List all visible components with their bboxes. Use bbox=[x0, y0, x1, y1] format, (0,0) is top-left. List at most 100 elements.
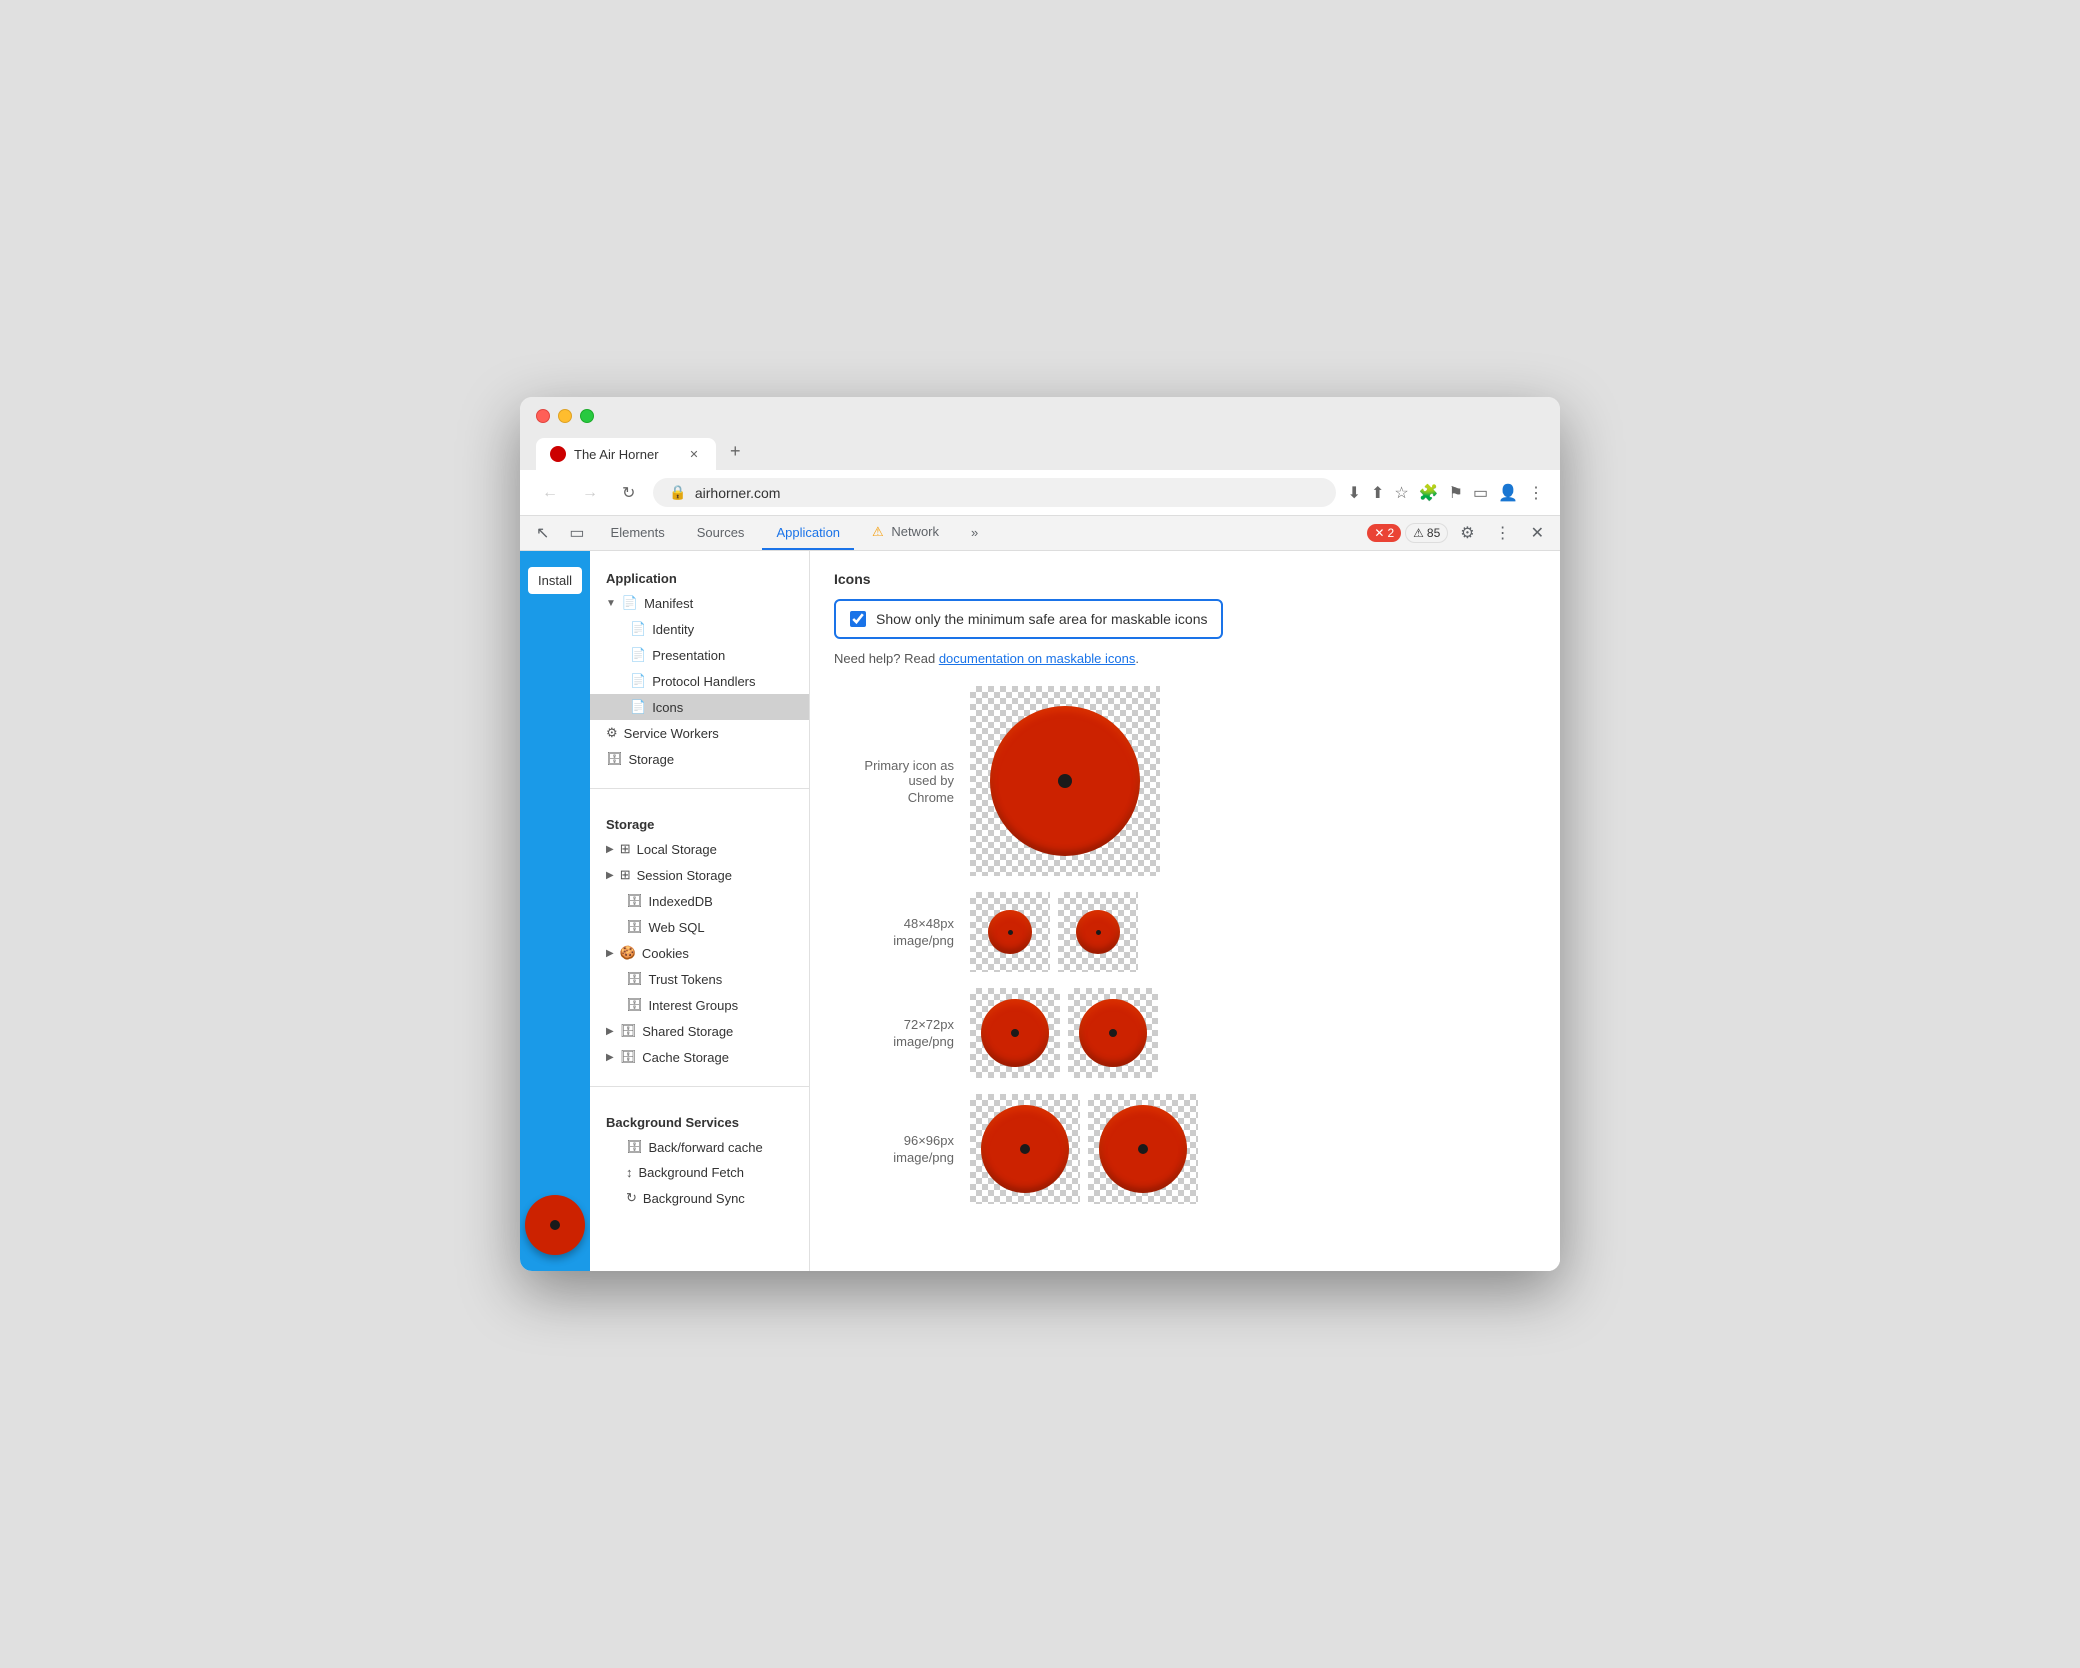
close-devtools-icon[interactable]: ✕ bbox=[1523, 519, 1552, 547]
identity-label: Identity bbox=[652, 622, 694, 637]
icon-48-dot-b bbox=[1096, 930, 1101, 935]
icon-72-b bbox=[1079, 999, 1147, 1067]
sidebar-item-cookies[interactable]: ▶ 🍪 Cookies bbox=[590, 940, 809, 966]
url-bar[interactable]: 🔒 airhorner.com bbox=[653, 478, 1335, 507]
storage-label: Storage bbox=[629, 752, 675, 767]
chrome-icon bbox=[990, 706, 1140, 856]
close-window-button[interactable] bbox=[536, 409, 550, 423]
help-text-pre: Need help? Read bbox=[834, 651, 939, 666]
background-services-section: Background Services 🗄 Back/forward cache… bbox=[590, 1095, 809, 1219]
share-icon[interactable]: ⬆ bbox=[1371, 483, 1384, 503]
sidebar-item-cache-storage[interactable]: ▶ 🗄 Cache Storage bbox=[590, 1044, 809, 1070]
trust-tokens-label: Trust Tokens bbox=[649, 972, 723, 987]
new-tab-button[interactable]: + bbox=[718, 433, 753, 470]
blue-sidebar: Install bbox=[520, 551, 590, 1271]
tab-application[interactable]: Application bbox=[762, 517, 854, 550]
sidebar-item-shared-storage[interactable]: ▶ 🗄 Shared Storage bbox=[590, 1018, 809, 1044]
warning-badge[interactable]: ⚠ 85 bbox=[1405, 523, 1448, 543]
cache-storage-label: Cache Storage bbox=[642, 1050, 729, 1065]
sidebar-item-storage[interactable]: 🗄 Storage bbox=[590, 746, 809, 772]
browser-tab[interactable]: The Air Horner ✕ bbox=[536, 438, 716, 470]
maskable-icons-checkbox[interactable] bbox=[850, 611, 866, 627]
manifest-label: Manifest bbox=[644, 596, 693, 611]
sidebar-item-session-storage[interactable]: ▶ ⊞ Session Storage bbox=[590, 862, 809, 888]
service-workers-label: Service Workers bbox=[624, 726, 719, 741]
icon-72-dot-a bbox=[1011, 1029, 1019, 1037]
protocol-handlers-file-icon: 📄 bbox=[630, 673, 646, 689]
tab-favicon bbox=[550, 446, 566, 462]
presentation-label: Presentation bbox=[652, 648, 725, 663]
service-workers-gear-icon: ⚙ bbox=[606, 725, 618, 741]
chrome-icon-checker bbox=[970, 686, 1160, 876]
icons-file-icon: 📄 bbox=[630, 699, 646, 715]
main-content: Install Application ▼ 📄 Manifest 📄 Ident… bbox=[520, 551, 1560, 1271]
maskable-icons-checkbox-row[interactable]: Show only the minimum safe area for mask… bbox=[834, 599, 1223, 639]
sidebar-item-trust-tokens[interactable]: 🗄 Trust Tokens bbox=[590, 966, 809, 992]
minimize-window-button[interactable] bbox=[558, 409, 572, 423]
interest-groups-label: Interest Groups bbox=[649, 998, 739, 1013]
sidebar-item-web-sql[interactable]: 🗄 Web SQL bbox=[590, 914, 809, 940]
icon-48-pair bbox=[970, 892, 1138, 972]
extensions-icon[interactable]: 🧩 bbox=[1419, 483, 1439, 503]
traffic-lights bbox=[536, 409, 1544, 423]
maskable-icons-link[interactable]: documentation on maskable icons bbox=[939, 651, 1136, 666]
indexed-db-icon: 🗄 bbox=[626, 893, 643, 909]
sidebar-item-indexed-db[interactable]: 🗄 IndexedDB bbox=[590, 888, 809, 914]
tab-sources[interactable]: Sources bbox=[683, 517, 759, 550]
icon-96-checker-1 bbox=[970, 1094, 1080, 1204]
indexed-db-label: IndexedDB bbox=[649, 894, 713, 909]
more-tabs-button[interactable]: » bbox=[957, 517, 992, 550]
bookmark-icon[interactable]: ☆ bbox=[1394, 483, 1408, 503]
back-button[interactable]: ← bbox=[536, 480, 564, 506]
sidebar-item-local-storage[interactable]: ▶ ⊞ Local Storage bbox=[590, 836, 809, 862]
tab-network[interactable]: ⚠ Network bbox=[858, 516, 953, 550]
maximize-window-button[interactable] bbox=[580, 409, 594, 423]
sidebar-item-back-forward-cache[interactable]: 🗄 Back/forward cache bbox=[590, 1134, 809, 1160]
cookies-arrow-icon: ▶ bbox=[606, 948, 614, 959]
storage-section: Storage ▶ ⊞ Local Storage ▶ ⊞ Session St… bbox=[590, 797, 809, 1078]
session-storage-arrow-icon: ▶ bbox=[606, 870, 614, 881]
sidebar-item-protocol-handlers[interactable]: 📄 Protocol Handlers bbox=[590, 668, 809, 694]
forward-button[interactable]: → bbox=[576, 480, 604, 506]
web-sql-icon: 🗄 bbox=[626, 919, 643, 935]
install-button[interactable]: Install bbox=[528, 567, 582, 594]
icon-48-type-label: image/png bbox=[834, 933, 954, 948]
download-icon[interactable]: ⬇ bbox=[1348, 483, 1361, 503]
flag-icon[interactable]: ⚑ bbox=[1449, 483, 1463, 503]
device-emulator-icon[interactable]: ▭ bbox=[561, 519, 592, 547]
sidebar-item-presentation[interactable]: 📄 Presentation bbox=[590, 642, 809, 668]
chrome-labels: Primary icon as used by Chrome bbox=[834, 758, 954, 805]
icon-72-dot-b bbox=[1109, 1029, 1117, 1037]
settings-icon[interactable]: ⚙ bbox=[1452, 519, 1482, 547]
tab-elements[interactable]: Elements bbox=[597, 517, 679, 550]
icon-72-pair bbox=[970, 988, 1158, 1078]
icon-96-b bbox=[1099, 1105, 1187, 1193]
icon-48-dot-a bbox=[1008, 930, 1013, 935]
sidebar-item-background-fetch[interactable]: ↕ Background Fetch bbox=[590, 1160, 809, 1185]
sidebar-item-identity[interactable]: 📄 Identity bbox=[590, 616, 809, 642]
icons-grid: Primary icon as used by Chrome 48×48px i… bbox=[834, 686, 1536, 1204]
icon-72-labels: 72×72px image/png bbox=[834, 1017, 954, 1049]
error-badge[interactable]: ✕ 2 bbox=[1367, 524, 1401, 542]
sidebar-item-interest-groups[interactable]: 🗄 Interest Groups bbox=[590, 992, 809, 1018]
icon-48-a bbox=[988, 910, 1032, 954]
icon-96-row: 96×96px image/png bbox=[834, 1094, 1536, 1204]
tab-close-button[interactable]: ✕ bbox=[686, 446, 702, 462]
icon-96-size-label: 96×96px bbox=[834, 1133, 954, 1148]
profile-icon[interactable]: 👤 bbox=[1498, 483, 1518, 503]
devtools-more-icon[interactable]: ⋮ bbox=[1487, 519, 1519, 547]
reload-button[interactable]: ↻ bbox=[616, 479, 641, 507]
url-text: airhorner.com bbox=[695, 485, 1320, 501]
sidebar-item-icons[interactable]: 📄 Icons bbox=[590, 694, 809, 720]
menu-icon[interactable]: ⋮ bbox=[1528, 483, 1544, 503]
cursor-tool-icon[interactable]: ↖ bbox=[528, 519, 557, 547]
warning-icon: ⚠ bbox=[872, 524, 884, 539]
app-icon-dot bbox=[550, 1220, 560, 1230]
icon-48-b bbox=[1076, 910, 1120, 954]
icon-96-dot-a bbox=[1020, 1144, 1030, 1154]
sidebar-item-manifest[interactable]: ▼ 📄 Manifest bbox=[590, 590, 809, 616]
icon-72-a bbox=[981, 999, 1049, 1067]
sidebar-item-service-workers[interactable]: ⚙ Service Workers bbox=[590, 720, 809, 746]
sidebar-icon[interactable]: ▭ bbox=[1473, 483, 1488, 503]
sidebar-item-background-sync[interactable]: ↻ Background Sync bbox=[590, 1185, 809, 1211]
